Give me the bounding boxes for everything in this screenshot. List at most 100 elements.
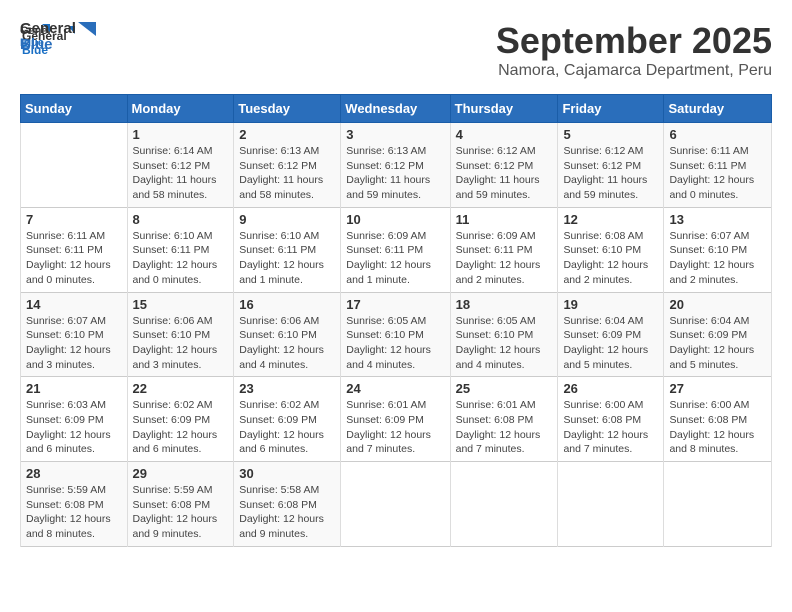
day-cell [21,123,128,208]
day-number: 5 [563,127,658,142]
subtitle: Namora, Cajamarca Department, Peru [496,62,772,80]
day-number: 16 [239,297,335,312]
day-info: Sunrise: 6:11 AM Sunset: 6:11 PM Dayligh… [26,229,122,288]
day-number: 21 [26,381,122,396]
day-cell: 26 Sunrise: 6:00 AM Sunset: 6:08 PM Dayli… [558,377,664,462]
day-info: Sunrise: 6:09 AM Sunset: 6:11 PM Dayligh… [456,229,553,288]
week-row-2: 7Sunrise: 6:11 AM Sunset: 6:11 PM Daylig… [21,207,772,292]
day-cell: 12Sunrise: 6:08 AM Sunset: 6:10 PM Dayli… [558,207,664,292]
day-info: Sunrise: 6:11 AM Sunset: 6:11 PM Dayligh… [669,144,766,203]
day-info: Sunrise: 6:13 AM Sunset: 6:12 PM Dayligh… [239,144,335,203]
week-row-5: 28 Sunrise: 5:59 AM Sunset: 6:08 PM Dayli… [21,462,772,547]
day-info: Sunrise: 6:00 AM Sunset: 6:08 PM Dayligh… [563,398,658,457]
day-cell: 18 Sunrise: 6:05 AM Sunset: 6:10 PM Dayli… [450,292,558,377]
day-number: 22 [133,381,229,396]
day-cell: 25 Sunrise: 6:01 AM Sunset: 6:08 PM Dayli… [450,377,558,462]
day-cell: 8Sunrise: 6:10 AM Sunset: 6:11 PM Daylig… [127,207,234,292]
header-day-friday: Friday [558,95,664,123]
day-cell: 19 Sunrise: 6:04 AM Sunset: 6:09 PM Dayli… [558,292,664,377]
day-cell: 14 Sunrise: 6:07 AM Sunset: 6:10 PM Dayli… [21,292,128,377]
day-cell: 4 Sunrise: 6:12 AM Sunset: 6:12 PM Daylig… [450,123,558,208]
day-info: Sunrise: 5:59 AM Sunset: 6:08 PM Dayligh… [26,483,122,542]
day-cell: 6 Sunrise: 6:11 AM Sunset: 6:11 PM Daylig… [664,123,772,208]
day-info: Sunrise: 6:05 AM Sunset: 6:10 PM Dayligh… [456,314,553,373]
day-cell: 1 Sunrise: 6:14 AM Sunset: 6:12 PM Daylig… [127,123,234,208]
day-cell: 2Sunrise: 6:13 AM Sunset: 6:12 PM Daylig… [234,123,341,208]
day-cell: 22 Sunrise: 6:02 AM Sunset: 6:09 PM Dayli… [127,377,234,462]
day-info: Sunrise: 6:07 AM Sunset: 6:10 PM Dayligh… [669,229,766,288]
week-row-3: 14 Sunrise: 6:07 AM Sunset: 6:10 PM Dayli… [21,292,772,377]
day-number: 29 [133,466,229,481]
day-cell: 10 Sunrise: 6:09 AM Sunset: 6:11 PM Dayli… [341,207,450,292]
header-day-monday: Monday [127,95,234,123]
day-cell: 5Sunrise: 6:12 AM Sunset: 6:12 PM Daylig… [558,123,664,208]
day-number: 19 [563,297,658,312]
day-cell: 29 Sunrise: 5:59 AM Sunset: 6:08 PM Dayli… [127,462,234,547]
day-cell: 11 Sunrise: 6:09 AM Sunset: 6:11 PM Dayli… [450,207,558,292]
day-cell: 7Sunrise: 6:11 AM Sunset: 6:11 PM Daylig… [21,207,128,292]
day-number: 11 [456,212,553,227]
day-info: Sunrise: 6:06 AM Sunset: 6:10 PM Dayligh… [239,314,335,373]
day-cell: 17Sunrise: 6:05 AM Sunset: 6:10 PM Dayli… [341,292,450,377]
day-number: 20 [669,297,766,312]
day-number: 13 [669,212,766,227]
logo-chevron-icon [78,22,96,36]
day-number: 9 [239,212,335,227]
day-info: Sunrise: 6:04 AM Sunset: 6:09 PM Dayligh… [669,314,766,373]
day-number: 4 [456,127,553,142]
day-cell [341,462,450,547]
day-number: 24 [346,381,444,396]
day-info: Sunrise: 6:09 AM Sunset: 6:11 PM Dayligh… [346,229,444,288]
day-cell: 21 Sunrise: 6:03 AM Sunset: 6:09 PM Dayli… [21,377,128,462]
day-cell: 28 Sunrise: 5:59 AM Sunset: 6:08 PM Dayli… [21,462,128,547]
day-cell: 20 Sunrise: 6:04 AM Sunset: 6:09 PM Dayli… [664,292,772,377]
day-cell: 15Sunrise: 6:06 AM Sunset: 6:10 PM Dayli… [127,292,234,377]
day-info: Sunrise: 6:13 AM Sunset: 6:12 PM Dayligh… [346,144,444,203]
day-info: Sunrise: 6:07 AM Sunset: 6:10 PM Dayligh… [26,314,122,373]
day-cell: 13 Sunrise: 6:07 AM Sunset: 6:10 PM Dayli… [664,207,772,292]
day-info: Sunrise: 6:01 AM Sunset: 6:08 PM Dayligh… [456,398,553,457]
day-cell [450,462,558,547]
day-info: Sunrise: 5:58 AM Sunset: 6:08 PM Dayligh… [239,483,335,542]
day-info: Sunrise: 6:03 AM Sunset: 6:09 PM Dayligh… [26,398,122,457]
day-info: Sunrise: 6:10 AM Sunset: 6:11 PM Dayligh… [239,229,335,288]
day-number: 26 [563,381,658,396]
day-cell: 3 Sunrise: 6:13 AM Sunset: 6:12 PM Daylig… [341,123,450,208]
day-number: 14 [26,297,122,312]
day-cell: 23 Sunrise: 6:02 AM Sunset: 6:09 PM Dayli… [234,377,341,462]
day-number: 12 [563,212,658,227]
day-number: 3 [346,127,444,142]
day-info: Sunrise: 6:14 AM Sunset: 6:12 PM Dayligh… [133,144,229,203]
day-info: Sunrise: 6:04 AM Sunset: 6:09 PM Dayligh… [563,314,658,373]
calendar-table: SundayMondayTuesdayWednesdayThursdayFrid… [20,94,772,547]
day-cell: 24 Sunrise: 6:01 AM Sunset: 6:09 PM Dayli… [341,377,450,462]
day-number: 6 [669,127,766,142]
day-number: 15 [133,297,229,312]
day-number: 23 [239,381,335,396]
day-number: 30 [239,466,335,481]
day-info: Sunrise: 6:01 AM Sunset: 6:09 PM Dayligh… [346,398,444,457]
day-number: 25 [456,381,553,396]
header-day-thursday: Thursday [450,95,558,123]
day-number: 1 [133,127,229,142]
logo-blue: Blue [20,36,96,54]
header-day-sunday: Sunday [21,95,128,123]
day-info: Sunrise: 6:10 AM Sunset: 6:11 PM Dayligh… [133,229,229,288]
header-day-tuesday: Tuesday [234,95,341,123]
month-title: September 2025 [496,20,772,62]
day-number: 27 [669,381,766,396]
day-number: 18 [456,297,553,312]
day-info: Sunrise: 6:02 AM Sunset: 6:09 PM Dayligh… [239,398,335,457]
week-row-1: 1 Sunrise: 6:14 AM Sunset: 6:12 PM Daylig… [21,123,772,208]
day-cell: 30 Sunrise: 5:58 AM Sunset: 6:08 PM Dayli… [234,462,341,547]
day-cell: 27 Sunrise: 6:00 AM Sunset: 6:08 PM Dayli… [664,377,772,462]
day-info: Sunrise: 6:12 AM Sunset: 6:12 PM Dayligh… [456,144,553,203]
day-info: Sunrise: 5:59 AM Sunset: 6:08 PM Dayligh… [133,483,229,542]
header-day-wednesday: Wednesday [341,95,450,123]
day-cell [558,462,664,547]
day-number: 10 [346,212,444,227]
day-info: Sunrise: 6:02 AM Sunset: 6:09 PM Dayligh… [133,398,229,457]
week-row-4: 21 Sunrise: 6:03 AM Sunset: 6:09 PM Dayli… [21,377,772,462]
day-number: 28 [26,466,122,481]
day-info: Sunrise: 6:00 AM Sunset: 6:08 PM Dayligh… [669,398,766,457]
